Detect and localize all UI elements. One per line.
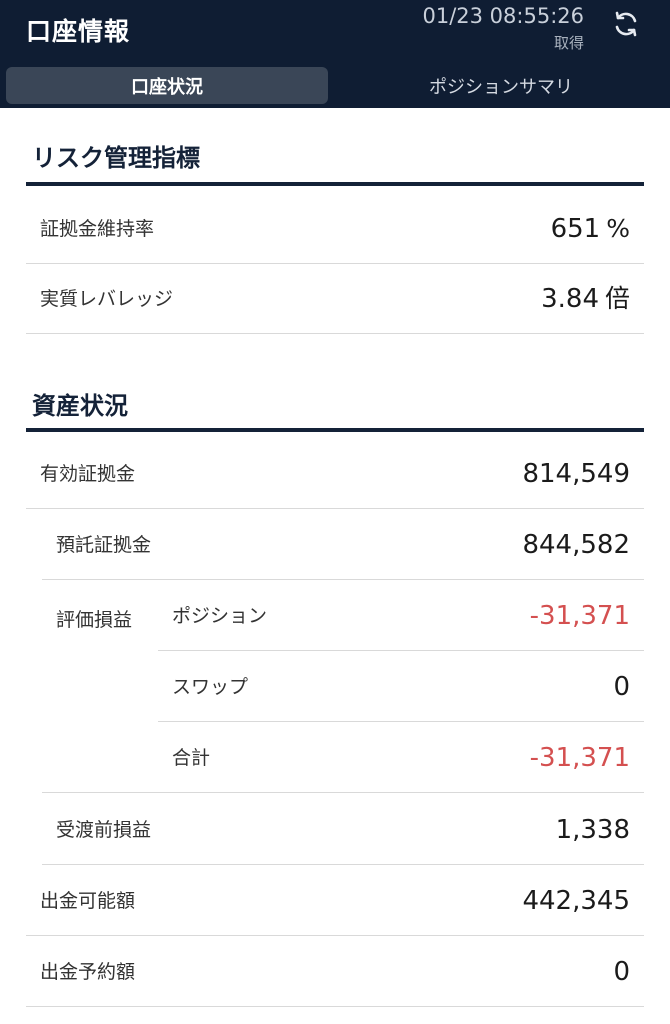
margin-ratio-row: 証拠金維持率 651% [26, 194, 644, 264]
withdrawable-value: 442,345 [522, 886, 630, 916]
pre-settlement-row: 受渡前損益 1,338 [42, 795, 644, 865]
margin-ratio-value: 651% [550, 214, 630, 244]
effective-margin-value: 814,549 [522, 459, 630, 489]
valuation-label: 評価損益 [56, 609, 133, 631]
risk-section-title: リスク管理指標 [32, 144, 200, 172]
update-timestamp: 01/23 08:55:26 [422, 4, 584, 28]
page-title: 口座情報 [26, 17, 131, 46]
valuation-swap-label: スワップ [172, 676, 249, 698]
valuation-total-row: 合計 -31,371 [42, 723, 644, 793]
tab-account-status[interactable]: 口座状況 [6, 67, 328, 104]
withdrawable-row: 出金可能額 442,345 [26, 866, 644, 936]
valuation-position-row: ポジション -31,371 [158, 581, 644, 651]
valuation-position-value: -31,371 [529, 601, 630, 631]
valuation-position-label: ポジション [172, 605, 268, 627]
refresh-icon [615, 11, 637, 37]
valuation-swap-row: スワップ 0 [158, 652, 644, 722]
valuation-swap-value: 0 [613, 672, 630, 702]
leverage-row: 実質レバレッジ 3.84 倍 [26, 264, 644, 334]
fetched-label: 取得 [553, 34, 584, 52]
withdraw-reserved-row: 出金予約額 0 [26, 937, 644, 1007]
valuation-total-label: 合計 [172, 747, 211, 769]
effective-margin-label: 有効証拠金 [40, 463, 136, 485]
assets-section-title: 資産状況 [32, 392, 128, 420]
deposit-margin-value: 844,582 [522, 530, 630, 560]
pre-settlement-label: 受渡前損益 [56, 819, 152, 841]
withdraw-reserved-value: 0 [613, 957, 630, 987]
withdrawable-label: 出金可能額 [40, 890, 136, 912]
leverage-value: 3.84 倍 [541, 284, 630, 314]
percent-unit: % [606, 214, 630, 243]
deposit-margin-label: 預託証拠金 [56, 534, 152, 556]
deposit-margin-row: 預託証拠金 844,582 [42, 510, 644, 580]
margin-ratio-label: 証拠金維持率 [40, 218, 155, 240]
withdraw-reserved-label: 出金予約額 [40, 961, 136, 983]
leverage-label: 実質レバレッジ [40, 288, 174, 310]
times-unit: 倍 [604, 284, 630, 313]
app-header: 口座情報 01/23 08:55:26 取得 口座状況 ポジションサマリ [0, 0, 670, 108]
pre-settlement-value: 1,338 [555, 815, 630, 845]
tab-position-summary[interactable]: ポジションサマリ [340, 67, 662, 104]
effective-margin-row: 有効証拠金 814,549 [26, 439, 644, 509]
refresh-button[interactable] [606, 4, 646, 44]
section-divider [26, 428, 644, 432]
valuation-total-value: -31,371 [529, 743, 630, 773]
section-divider [26, 182, 644, 186]
